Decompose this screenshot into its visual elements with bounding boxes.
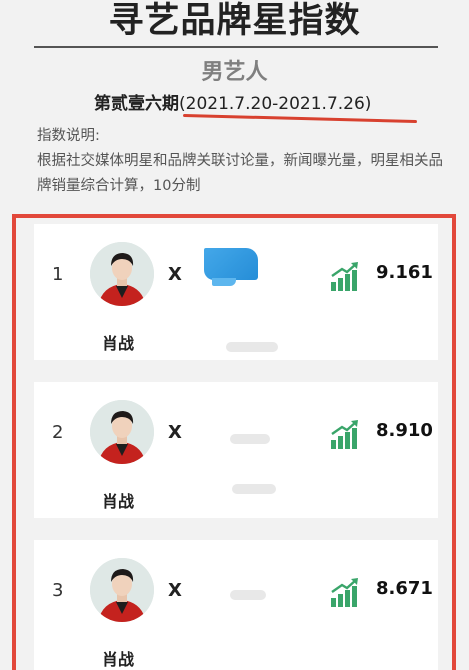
cross-symbol: X <box>168 580 182 601</box>
cross-symbol: X <box>168 264 182 285</box>
page-title: 寻艺品牌星指数 <box>108 1 361 41</box>
description-body: 根据社交媒体明星和品牌关联讨论量，新闻曝光量，明星相关品牌销量综合计算，10分制 <box>37 153 443 194</box>
index-description: 指数说明: 根据社交媒体明星和品牌关联讨论量，新闻曝光量，明星相关品牌销量综合计… <box>37 124 447 199</box>
faded-brand-text <box>226 342 278 352</box>
score-value: 9.161 <box>376 262 433 283</box>
rank-number: 2 <box>52 422 64 443</box>
avatar <box>90 558 154 622</box>
description-heading: 指数说明: <box>37 128 100 144</box>
ranking-card[interactable]: 3 肖战 X 8.671 <box>34 540 438 670</box>
period-line: 第贰壹六期(2021.7.20-2021.7.26) <box>94 92 371 116</box>
faded-brand-text <box>232 484 276 494</box>
score-value: 8.910 <box>376 420 433 441</box>
brand-logo-redacted <box>204 248 258 286</box>
avatar <box>90 400 154 464</box>
artist-name: 肖战 <box>102 492 135 511</box>
rank-number: 3 <box>52 580 64 601</box>
ranking-card[interactable]: 1 肖战 X 9.161 <box>34 224 438 360</box>
score-value: 8.671 <box>376 578 433 599</box>
trending-up-icon <box>331 578 358 607</box>
period-label: 第贰壹六期 <box>94 94 179 114</box>
avatar-image <box>90 558 154 622</box>
faded-brand-text <box>230 434 270 444</box>
category-heading: 男艺人 <box>201 60 268 85</box>
trending-up-icon <box>331 420 358 449</box>
title-divider <box>34 46 438 48</box>
cross-symbol: X <box>168 422 182 443</box>
faded-brand-text <box>230 590 266 600</box>
rank-number: 1 <box>52 264 64 285</box>
artist-name: 肖战 <box>102 334 135 353</box>
period-range: (2021.7.20-2021.7.26) <box>179 94 372 114</box>
avatar <box>90 242 154 306</box>
trending-up-icon <box>331 262 358 291</box>
ranking-card[interactable]: 2 肖战 X 8.910 <box>34 382 438 518</box>
avatar-image <box>90 242 154 306</box>
artist-name: 肖战 <box>102 650 135 669</box>
avatar-image <box>90 400 154 464</box>
